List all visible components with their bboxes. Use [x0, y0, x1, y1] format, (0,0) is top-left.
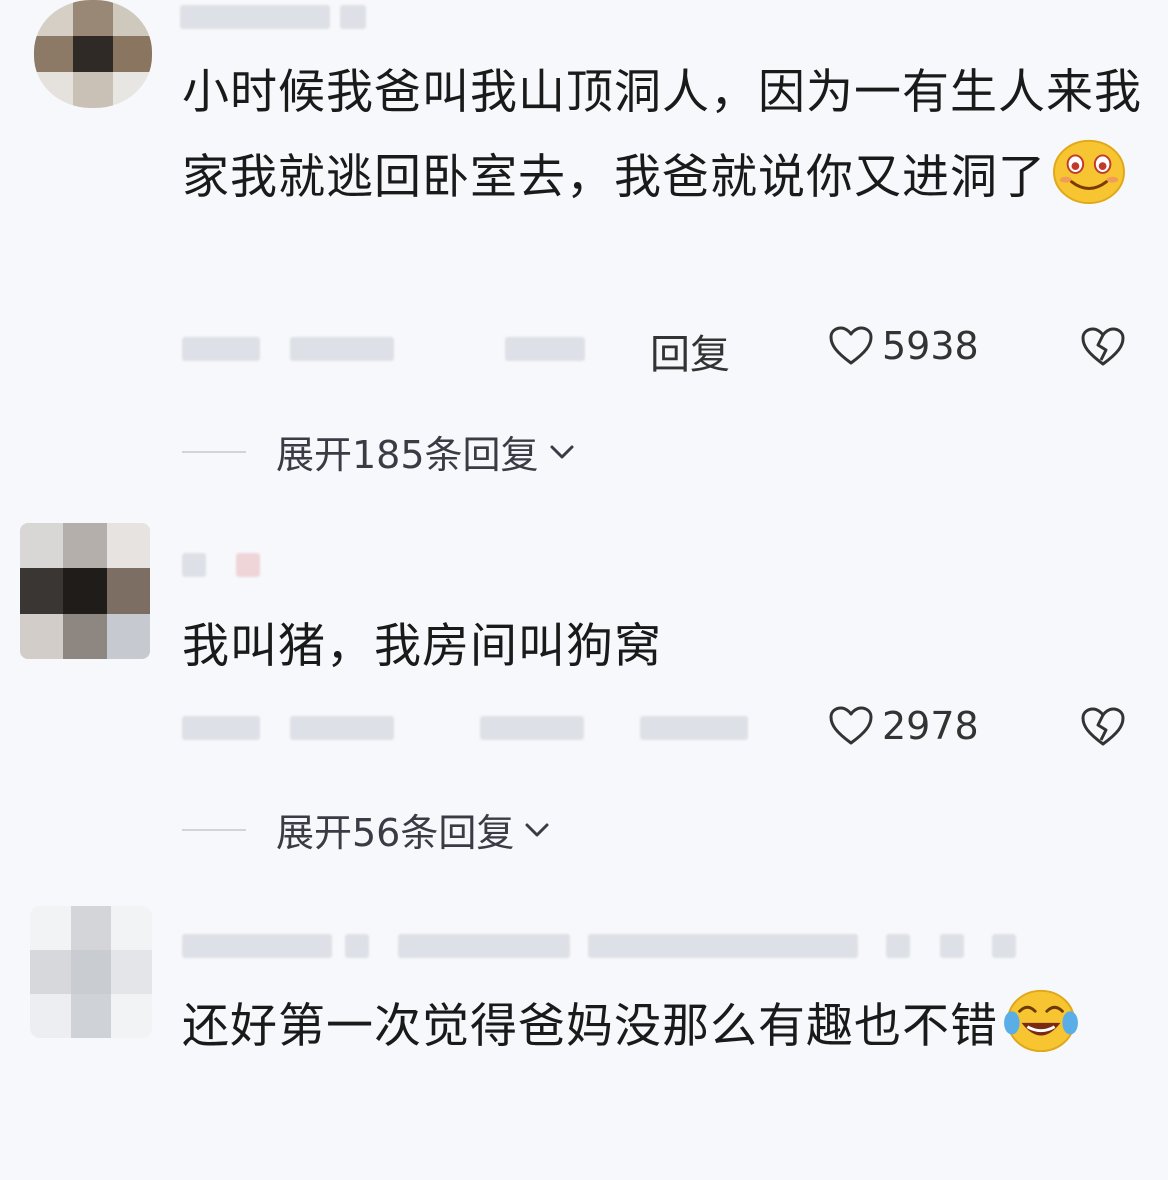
expand-replies[interactable]: 展开185条回复 — [182, 424, 575, 479]
like-count: 2978 — [882, 704, 979, 748]
timestamp-redacted — [182, 337, 260, 361]
username-redacted — [588, 934, 858, 958]
username-redacted — [398, 934, 570, 958]
heart-outline-icon — [829, 706, 873, 745]
like-button[interactable]: 5938 — [828, 324, 979, 368]
comment-text: 小时候我爸叫我山顶洞人，因为一有生人来我家我就逃回卧室去，我爸就说你又进洞了 — [182, 65, 1142, 205]
expand-replies-label: 展开185条回复 — [276, 433, 539, 477]
like-count: 5938 — [882, 324, 979, 368]
username-redacted — [992, 934, 1016, 958]
username-redacted — [340, 5, 366, 29]
heart-outline-icon — [829, 326, 873, 365]
blush-smile-emoji — [1050, 135, 1128, 205]
meta-redacted — [505, 337, 585, 361]
broken-heart-icon — [1081, 707, 1125, 746]
location-redacted — [290, 716, 394, 740]
username-redacted — [345, 934, 369, 958]
divider-line — [182, 450, 246, 453]
avatar[interactable] — [34, 0, 152, 108]
username-redacted — [180, 5, 330, 29]
comment-text: 还好第一次觉得爸妈没那么有趣也不错 — [182, 984, 1152, 1069]
chevron-down-icon — [525, 823, 549, 836]
meta-redacted — [480, 716, 584, 740]
meta-redacted — [640, 716, 748, 740]
username-redacted — [940, 934, 964, 958]
location-redacted — [290, 337, 394, 361]
divider-line — [182, 828, 246, 831]
like-button[interactable]: 2978 — [828, 704, 979, 748]
timestamp-redacted — [182, 716, 260, 740]
avatar[interactable] — [20, 523, 150, 659]
username-redacted — [886, 934, 910, 958]
chevron-down-icon — [550, 445, 574, 458]
username-redacted — [182, 934, 332, 958]
laugh-cry-emoji — [1002, 984, 1080, 1054]
dislike-button[interactable] — [1080, 706, 1126, 752]
broken-heart-icon — [1081, 327, 1125, 366]
expand-replies[interactable]: 展开56条回复 — [182, 802, 550, 857]
reply-button[interactable]: 回复 — [650, 322, 730, 380]
avatar[interactable] — [30, 906, 152, 1038]
username-redacted — [236, 553, 260, 577]
dislike-button[interactable] — [1080, 326, 1126, 372]
comment-text: 我叫猪，我房间叫狗窝 — [182, 619, 662, 674]
expand-replies-label: 展开56条回复 — [276, 811, 515, 855]
username-redacted — [182, 553, 206, 577]
